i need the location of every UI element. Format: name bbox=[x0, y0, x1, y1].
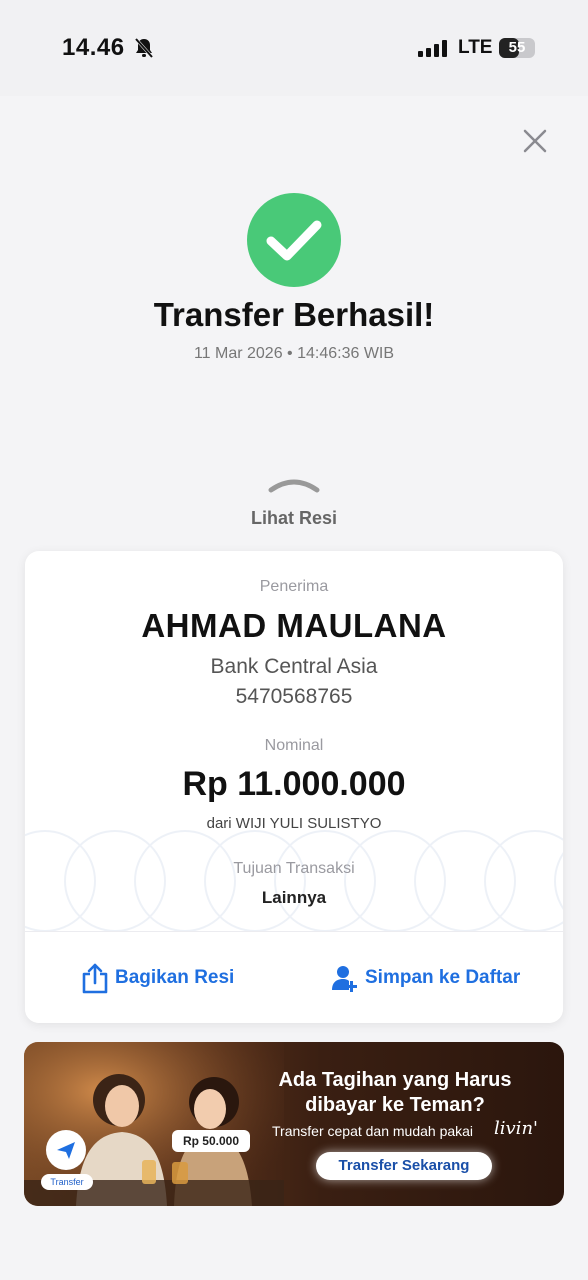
amount-label: Nominal bbox=[264, 737, 324, 754]
close-icon[interactable] bbox=[520, 126, 550, 156]
livin-logo: livin' bbox=[494, 1118, 538, 1139]
success-check-icon bbox=[247, 193, 341, 287]
recipient-account: 5470568765 bbox=[235, 685, 353, 708]
page-title: Transfer Berhasil! bbox=[153, 296, 435, 333]
promo-banner[interactable]: Rp 50.000 Transfer Ada Tagihan yang Haru… bbox=[24, 1042, 564, 1206]
recipient-name: AHMAD MAULANA bbox=[141, 607, 447, 644]
view-receipt-toggle[interactable]: Lihat Resi bbox=[0, 508, 588, 529]
purpose-label: Tujuan Transaksi bbox=[233, 860, 355, 877]
transaction-datetime: 11 Mar 2026 • 14:46:36 WIB bbox=[193, 345, 395, 362]
network-type: LTE bbox=[458, 37, 493, 58]
share-icon bbox=[82, 963, 108, 994]
recipient-label: Penerima bbox=[259, 578, 329, 595]
banner-title: Ada Tagihan yang Harus dibayar ke Teman? bbox=[270, 1068, 520, 1118]
banner-title-line1: Ada Tagihan yang Harus bbox=[278, 1069, 512, 1091]
sender-name: dari WIJI YULI SULISTYO bbox=[206, 815, 382, 832]
battery-percent: 55 bbox=[508, 39, 526, 56]
battery-icon: 55 bbox=[499, 38, 535, 58]
transfer-badge: Transfer bbox=[41, 1174, 93, 1190]
share-receipt-label: Bagikan Resi bbox=[115, 967, 235, 988]
status-time: 14.46 bbox=[62, 34, 125, 61]
receipt-card: Penerima AHMAD MAULANA Bank Central Asia… bbox=[25, 551, 563, 1023]
transfer-amount: Rp 11.000.000 bbox=[182, 765, 406, 803]
receipt-actions: Bagikan Resi Simpan ke Daftar bbox=[25, 932, 563, 1023]
save-to-list-button[interactable]: Simpan ke Daftar bbox=[331, 962, 520, 994]
status-bar: 14.46 LTE 55 bbox=[0, 0, 588, 96]
transfer-now-button[interactable]: Transfer Sekarang bbox=[316, 1152, 492, 1180]
bell-muted-icon bbox=[134, 38, 154, 58]
transaction-purpose: Lainnya bbox=[261, 888, 327, 907]
save-to-list-label: Simpan ke Daftar bbox=[365, 967, 521, 988]
chevron-up-icon[interactable] bbox=[268, 476, 320, 494]
transfer-send-icon bbox=[46, 1130, 86, 1170]
signal-icon bbox=[418, 40, 447, 57]
share-receipt-button[interactable]: Bagikan Resi bbox=[81, 962, 234, 994]
banner-title-line2: dibayar ke Teman? bbox=[305, 1094, 485, 1116]
add-user-icon bbox=[332, 966, 357, 992]
price-tag: Rp 50.000 bbox=[172, 1130, 250, 1152]
banner-subtitle: Transfer cepat dan mudah pakai bbox=[272, 1123, 474, 1139]
recipient-bank: Bank Central Asia bbox=[210, 655, 378, 678]
